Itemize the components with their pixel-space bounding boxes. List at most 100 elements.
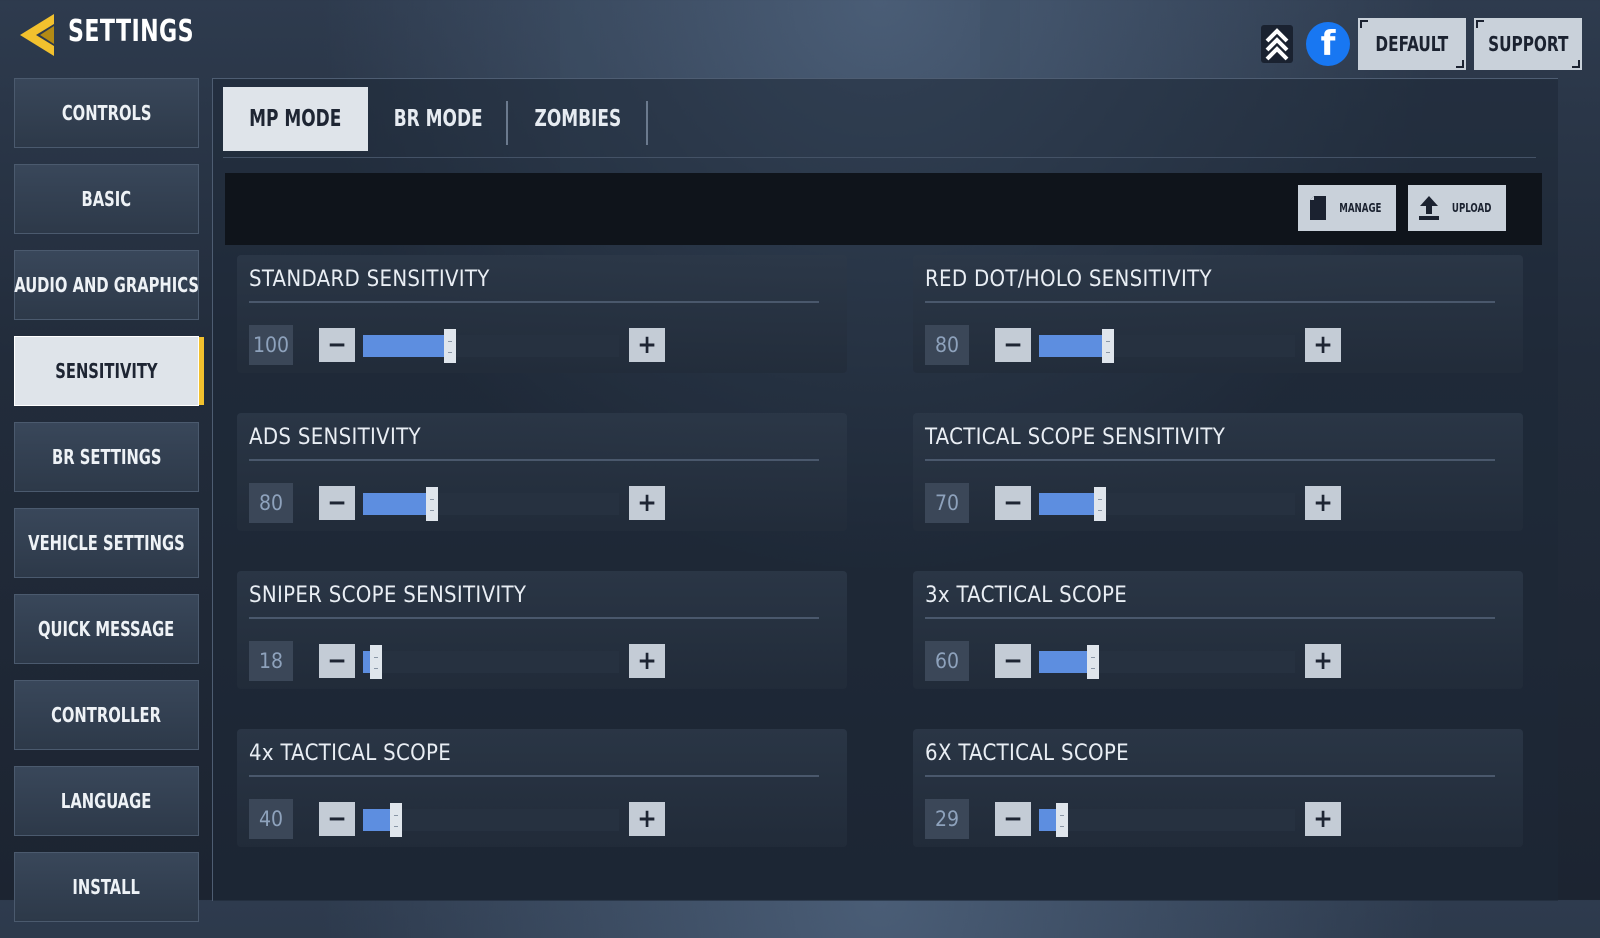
sidebar-item-vehicle-settings[interactable]: VEHICLE SETTINGS [14, 508, 199, 578]
slider-fill [1039, 335, 1109, 357]
tab-mp-mode[interactable]: MP MODE [223, 87, 368, 151]
value-display: 70 [925, 483, 969, 523]
decrease-button[interactable]: − [319, 802, 355, 836]
value-display: 18 [249, 641, 293, 681]
divider [925, 301, 1495, 303]
slider-handle[interactable] [1086, 645, 1099, 679]
sensitivity-slider[interactable] [1039, 645, 1295, 679]
sidebar-item-basic[interactable]: BASIC [14, 164, 199, 234]
tab-label: ZOMBIES [534, 106, 622, 132]
sidebar-item-label: LANGUAGE [61, 789, 152, 813]
tabs-divider [223, 157, 1536, 158]
increase-button[interactable]: + [1305, 802, 1341, 836]
sidebar: CONTROLS BASIC AUDIO AND GRAPHICS SENSIT… [14, 78, 204, 938]
manage-button-label: MANAGE [1338, 201, 1382, 215]
sidebar-item-quick-message[interactable]: QUICK MESSAGE [14, 594, 199, 664]
decrease-button[interactable]: − [995, 644, 1031, 678]
tab-br-mode[interactable]: BR MODE [368, 87, 508, 151]
sidebar-item-label: BASIC [81, 187, 132, 211]
divider [249, 301, 819, 303]
slider-handle[interactable] [369, 645, 382, 679]
sensitivity-slider[interactable] [363, 645, 619, 679]
preset-toolbar: MANAGE UPLOAD [225, 173, 1542, 245]
sidebar-item-controls[interactable]: CONTROLS [14, 78, 199, 148]
sensitivity-card-red-dot: RED DOT/HOLO SENSITIVITY 80 − + [913, 255, 1523, 373]
setting-label: 4x TACTICAL SCOPE [249, 741, 452, 766]
increase-button[interactable]: + [1305, 328, 1341, 362]
sidebar-item-label: CONTROLLER [51, 703, 162, 727]
default-button-label: DEFAULT [1375, 32, 1449, 56]
sidebar-item-label: AUDIO AND GRAPHICS [14, 273, 199, 297]
sensitivity-slider[interactable] [363, 487, 619, 521]
sensitivity-slider[interactable] [1039, 329, 1295, 363]
manage-button[interactable]: MANAGE [1298, 185, 1396, 231]
default-button[interactable]: DEFAULT [1358, 18, 1466, 70]
value-display: 29 [925, 799, 969, 839]
sensitivity-card-tactical: TACTICAL SCOPE SENSITIVITY 70 − + [913, 413, 1523, 531]
sidebar-item-sensitivity[interactable]: SENSITIVITY [14, 336, 204, 406]
facebook-icon[interactable]: f [1306, 22, 1350, 66]
slider-handle[interactable] [1056, 803, 1069, 837]
increase-button[interactable]: + [629, 486, 665, 520]
setting-label: TACTICAL SCOPE SENSITIVITY [925, 425, 1226, 450]
sensitivity-slider[interactable] [363, 329, 619, 363]
sidebar-item-label: BR SETTINGS [51, 445, 162, 469]
value-display: 60 [925, 641, 969, 681]
sidebar-item-install[interactable]: INSTALL [14, 852, 199, 922]
sensitivity-card-3x: 3x TACTICAL SCOPE 60 − + [913, 571, 1523, 689]
sensitivity-slider[interactable] [1039, 803, 1295, 837]
support-button-label: SUPPORT [1487, 32, 1569, 56]
setting-label: STANDARD SENSITIVITY [249, 267, 490, 292]
slider-fill [363, 335, 451, 357]
divider [925, 459, 1495, 461]
decrease-button[interactable]: − [995, 486, 1031, 520]
sidebar-item-br-settings[interactable]: BR SETTINGS [14, 422, 199, 492]
divider [925, 775, 1495, 777]
rank-chevron-icon[interactable] [1256, 21, 1298, 67]
slider-handle[interactable] [1094, 487, 1107, 521]
increase-button[interactable]: + [1305, 486, 1341, 520]
sidebar-item-label: VEHICLE SETTINGS [28, 531, 185, 555]
value-display: 80 [925, 325, 969, 365]
slider-handle[interactable] [426, 487, 439, 521]
back-arrow-icon[interactable] [14, 10, 58, 60]
slider-handle[interactable] [390, 803, 403, 837]
slider-fill [1039, 493, 1101, 515]
setting-label: 6X TACTICAL SCOPE [925, 741, 1129, 766]
setting-label: RED DOT/HOLO SENSITIVITY [925, 267, 1212, 292]
tab-zombies[interactable]: ZOMBIES [508, 87, 648, 151]
decrease-button[interactable]: − [995, 328, 1031, 362]
file-icon [1309, 196, 1326, 220]
decrease-button[interactable]: − [995, 802, 1031, 836]
increase-button[interactable]: + [1305, 644, 1341, 678]
upload-icon [1419, 196, 1440, 220]
divider [249, 617, 819, 619]
sidebar-item-audio-graphics[interactable]: AUDIO AND GRAPHICS [14, 250, 199, 320]
increase-button[interactable]: + [629, 802, 665, 836]
sensitivity-slider[interactable] [1039, 487, 1295, 521]
slider-handle[interactable] [1102, 329, 1115, 363]
mode-tabs: MP MODE BR MODE ZOMBIES [223, 87, 648, 151]
decrease-button[interactable]: − [319, 486, 355, 520]
sensitivity-card-4x: 4x TACTICAL SCOPE 40 − + [237, 729, 847, 847]
setting-label: SNIPER SCOPE SENSITIVITY [249, 583, 527, 608]
setting-label: 3x TACTICAL SCOPE [925, 583, 1128, 608]
value-display: 80 [249, 483, 293, 523]
upload-button[interactable]: UPLOAD [1408, 185, 1506, 231]
sensitivity-card-6x: 6X TACTICAL SCOPE 29 − + [913, 729, 1523, 847]
slider-fill [1039, 651, 1093, 673]
slider-handle[interactable] [444, 329, 457, 363]
sensitivity-card-sniper: SNIPER SCOPE SENSITIVITY 18 − + [237, 571, 847, 689]
sensitivity-slider[interactable] [363, 803, 619, 837]
settings-panel: MP MODE BR MODE ZOMBIES MANAGE UPLOAD ST… [212, 78, 1558, 901]
sidebar-item-language[interactable]: LANGUAGE [14, 766, 199, 836]
increase-button[interactable]: + [629, 644, 665, 678]
upload-button-label: UPLOAD [1452, 201, 1492, 215]
decrease-button[interactable]: − [319, 328, 355, 362]
increase-button[interactable]: + [629, 328, 665, 362]
decrease-button[interactable]: − [319, 644, 355, 678]
support-button[interactable]: SUPPORT [1474, 18, 1582, 70]
header-actions: f DEFAULT SUPPORT [1256, 18, 1582, 70]
sidebar-item-label: QUICK MESSAGE [38, 617, 175, 641]
sidebar-item-controller[interactable]: CONTROLLER [14, 680, 199, 750]
